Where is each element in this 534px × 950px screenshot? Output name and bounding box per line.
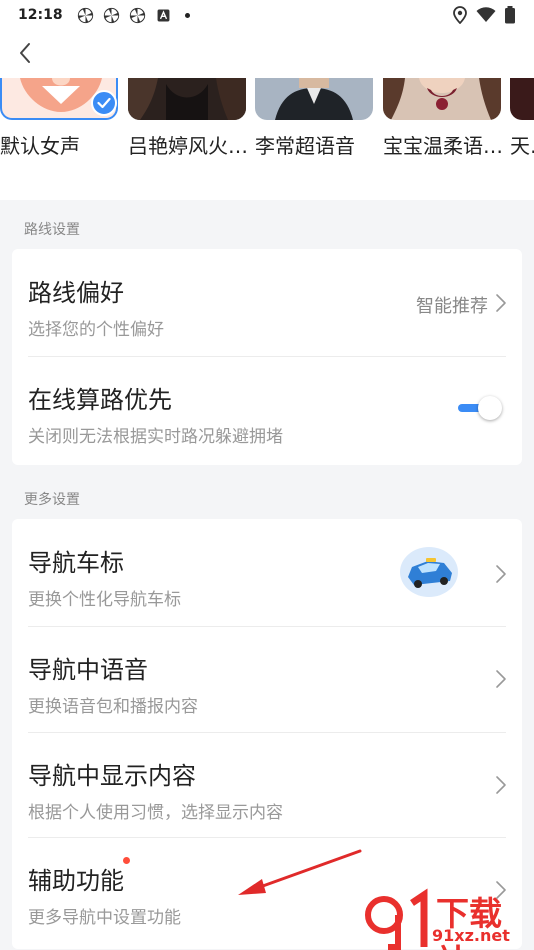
row-title: 导航中显示内容 [28,762,196,790]
voice-name: 宝宝温柔语… [383,134,503,158]
voice-name: 默认女声 [0,134,80,158]
row-subtitle: 根据个人使用习惯，选择显示内容 [28,803,283,823]
voice-name: 李常超语音 [255,134,355,158]
toggle-knob [478,396,502,420]
header [0,30,534,78]
status-bar: 12:18 [0,0,534,30]
voice-name: 吕艳婷风火… [128,134,248,158]
voice-avatar [128,78,246,120]
battery-icon [505,6,515,24]
voice-list: 默认女声 吕艳婷风火… 李常超语音 宝宝温柔语… 天… [0,78,534,200]
row-subtitle: 关闭则无法根据实时路况躲避拥堵 [28,427,283,447]
nav-car-icon-row[interactable]: 导航车标 更换个性化导航车标 [12,519,522,626]
row-subtitle: 更换个性化导航车标 [28,590,181,610]
back-button[interactable] [10,38,40,68]
location-icon [453,6,467,24]
row-title: 辅助功能 [28,867,124,895]
chevron-right-icon [496,670,506,688]
chevron-right-icon [496,294,506,312]
chevron-right-icon [496,565,506,583]
new-feature-dot [123,857,130,864]
car-icon [400,547,458,597]
voice-item-default-female[interactable]: 默认女声 [0,78,120,178]
route-settings-card: 路线偏好 选择您的个性偏好 智能推荐 在线算路优先 关闭则无法根据实时路况躲避拥… [12,249,522,465]
row-title: 导航中语音 [28,656,148,684]
nav-display-content-row[interactable]: 导航中显示内容 根据个人使用习惯，选择显示内容 [12,732,522,837]
section-label-route: 路线设置 [24,222,80,238]
annotation-arrow-icon [238,849,362,895]
voice-avatar [383,78,501,120]
row-title: 导航车标 [28,549,124,577]
row-subtitle: 选择您的个性偏好 [28,320,164,340]
voice-avatar [510,78,534,120]
section-label-more: 更多设置 [24,492,80,508]
route-preference-row[interactable]: 路线偏好 选择您的个性偏好 智能推荐 [12,249,522,356]
voice-item[interactable]: 宝宝温柔语… [383,78,503,178]
chevron-right-icon [496,776,506,794]
notification-dot [184,12,190,18]
watermark-url: 91xz.net [432,926,510,945]
online-routing-toggle[interactable] [456,396,502,420]
route-preference-value: 智能推荐 [416,296,488,317]
nav-voice-row[interactable]: 导航中语音 更换语音包和播报内容 [12,626,522,732]
pinwheel-icon [103,7,119,23]
row-subtitle: 更多导航中设置功能 [28,908,181,928]
voice-avatar [255,78,373,120]
pinwheel-icon [129,7,145,23]
a-icon [157,9,170,21]
status-time: 12:18 [18,7,63,23]
wifi-icon [476,7,496,22]
voice-name: 天… [510,134,534,158]
voice-item[interactable]: 天… [510,78,534,178]
chevron-left-icon [20,43,30,63]
row-subtitle: 更换语音包和播报内容 [28,697,198,717]
pinwheel-icon [77,7,93,23]
row-title: 在线算路优先 [28,386,172,414]
online-routing-row: 在线算路优先 关闭则无法根据实时路况躲避拥堵 [12,356,522,465]
voice-item[interactable]: 李常超语音 [255,78,375,178]
row-title: 路线偏好 [28,279,124,307]
selected-check-icon [91,90,117,116]
voice-item[interactable]: 吕艳婷风火… [128,78,248,178]
